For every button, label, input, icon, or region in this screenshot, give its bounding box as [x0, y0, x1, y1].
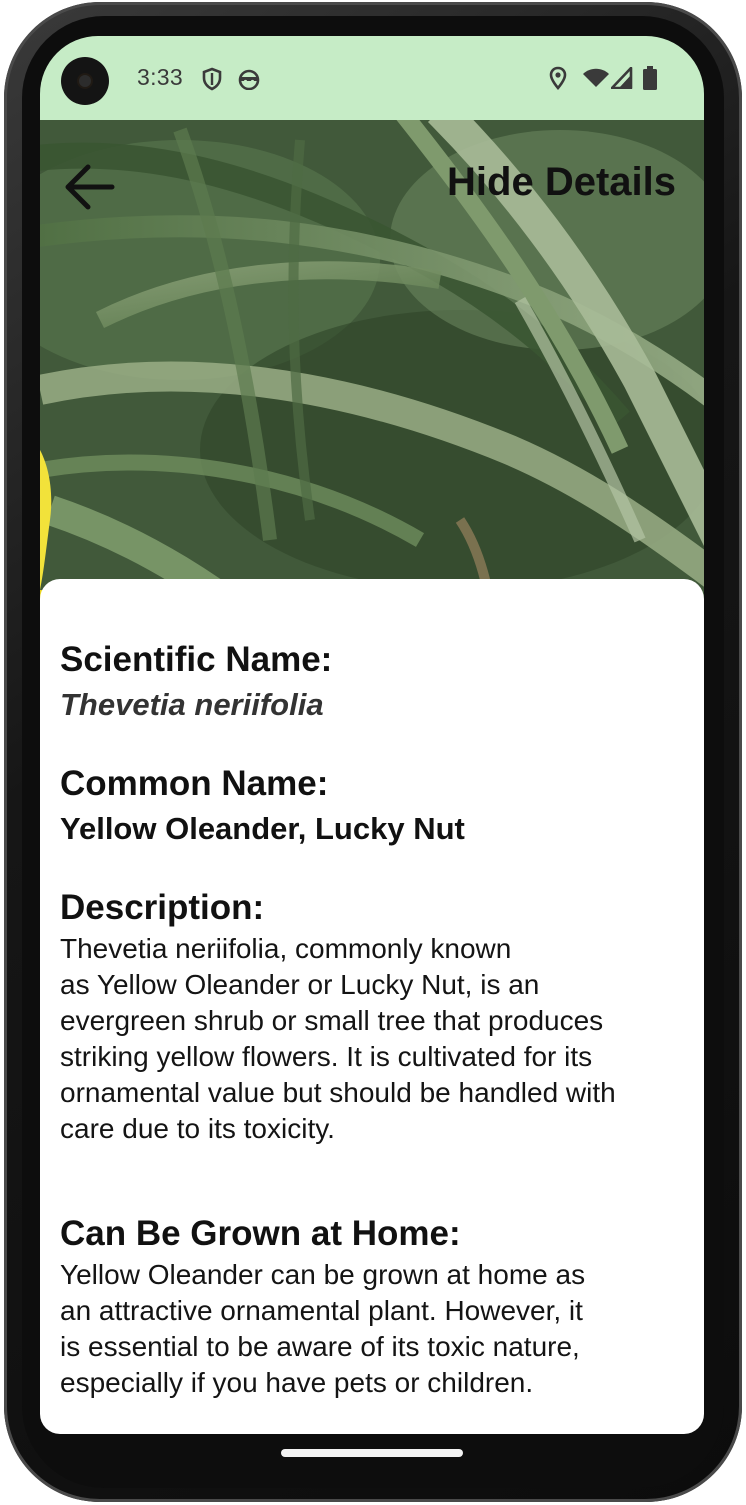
hide-details-button[interactable]: Hide Details: [447, 160, 676, 205]
grown-at-home-line: is essential to be aware of its toxic na…: [60, 1331, 580, 1362]
device-frame: 3:33 Hide Details Scientific Name: Theve…: [0, 0, 746, 1505]
android-face-icon: [238, 69, 260, 90]
description-line: striking yellow flowers. It is cultivate…: [60, 1041, 593, 1072]
scientific-name-value: Thevetia neriifolia: [60, 687, 324, 722]
arrow-left-icon: [65, 164, 115, 210]
common-name-label: Common Name:: [60, 764, 329, 803]
status-time: 3:33: [137, 64, 183, 90]
grown-at-home-line: especially if you have pets or children.: [60, 1367, 534, 1398]
description-text: Thevetia neriifolia, commonly known as Y…: [60, 931, 680, 1147]
battery-icon: [643, 66, 657, 90]
description-line: ornamental value but should be handled w…: [60, 1077, 616, 1108]
plant-photo: Hide Details: [40, 120, 704, 640]
gesture-nav-handle[interactable]: [281, 1449, 463, 1457]
description-line: Thevetia neriifolia, commonly known: [60, 933, 512, 964]
grown-at-home-text: Yellow Oleander can be grown at home as …: [60, 1257, 680, 1401]
app-screen: 3:33 Hide Details Scientific Name: Theve…: [40, 36, 704, 1434]
front-camera: [61, 57, 109, 105]
status-bar: 3:33: [40, 36, 704, 120]
common-name-value: Yellow Oleander, Lucky Nut: [60, 811, 465, 846]
location-pin-icon: [549, 66, 567, 90]
description-line: evergreen shrub or small tree that produ…: [60, 1005, 604, 1036]
wifi-icon: [583, 68, 609, 87]
grown-at-home-line: an attractive ornamental plant. However,…: [60, 1295, 583, 1326]
description-label: Description:: [60, 888, 265, 927]
description-line: care due to its toxicity.: [60, 1113, 335, 1144]
scientific-name-label: Scientific Name:: [60, 640, 333, 679]
shield-icon: [202, 67, 222, 91]
details-content: Scientific Name: Thevetia neriifolia Com…: [60, 639, 680, 1401]
grown-at-home-line: Yellow Oleander can be grown at home as: [60, 1259, 586, 1290]
back-button[interactable]: [62, 162, 122, 212]
details-card: Scientific Name: Thevetia neriifolia Com…: [40, 579, 704, 1434]
cell-signal-icon: [611, 67, 633, 89]
description-line: as Yellow Oleander or Lucky Nut, is an: [60, 969, 540, 1000]
grown-at-home-label: Can Be Grown at Home:: [60, 1214, 461, 1253]
